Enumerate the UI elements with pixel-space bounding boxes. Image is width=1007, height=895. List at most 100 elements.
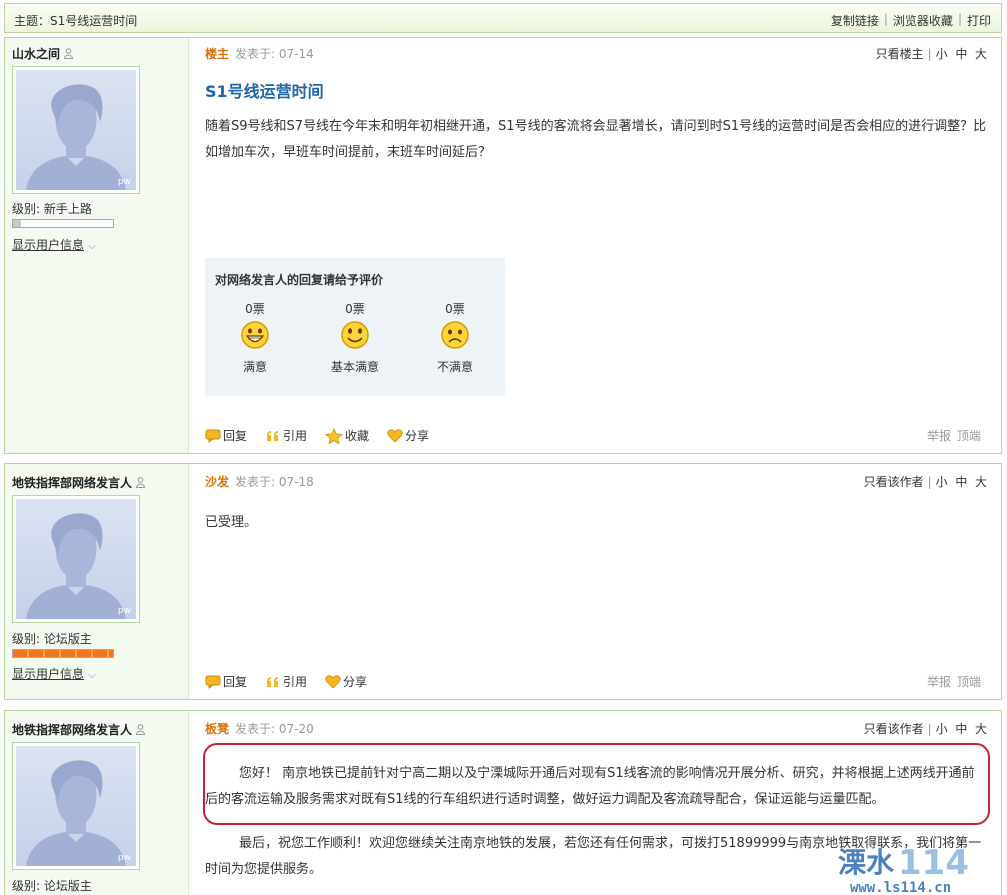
share-button[interactable]: 分享 — [387, 427, 429, 444]
post-main: 楼主 发表于: 07-14 只看楼主 | 小 中 大 S1号线运营时间 随着S9号线和… — [203, 38, 1001, 453]
quote-button[interactable]: 引用 — [265, 673, 307, 690]
share-button[interactable]: 分享 — [325, 673, 367, 690]
quote-icon — [267, 430, 279, 441]
rating-label: 基本满意 — [330, 360, 379, 374]
post-1: 山水之间 pw 级别: 新手上路 显示用户信息 ⌵ 楼主 发表于: 07-14 只看… — [4, 37, 1002, 454]
post-meta: 板凳 发表于: 07-20 — [205, 720, 314, 737]
post-actions: 回复 引用 分享 — [205, 673, 367, 690]
avatar[interactable]: pw — [12, 742, 140, 870]
report-link[interactable]: 举报 — [927, 429, 951, 443]
divider: | — [883, 12, 888, 26]
avatar[interactable]: pw — [12, 495, 140, 623]
font-medium-link[interactable]: 中 — [955, 722, 967, 736]
svg-text:溧水: 溧水 — [838, 846, 895, 879]
user-level: 级别: 论坛版主 — [12, 879, 92, 893]
user-sidebar: 山水之间 pw 级别: 新手上路 显示用户信息 ⌵ — [5, 38, 189, 453]
favorite-button[interactable]: 收藏 — [325, 427, 369, 444]
chevron-down-icon: ⌵ — [88, 670, 96, 681]
star-icon — [325, 427, 344, 444]
back-to-top-link[interactable]: 顶端 — [957, 675, 981, 689]
font-large-link[interactable]: 大 — [975, 722, 987, 736]
print-button[interactable]: 打印 — [967, 12, 991, 29]
heart-icon — [325, 675, 341, 689]
view-options: 只看楼主 | 小 中 大 — [875, 47, 987, 61]
font-large-link[interactable]: 大 — [975, 475, 987, 489]
rating-title: 对网络发言人的回复请给予评价 — [215, 273, 384, 287]
reply-button[interactable]: 回复 — [205, 673, 247, 690]
sad-face-icon — [441, 321, 469, 349]
post-title: S1号线运营时间 — [205, 82, 324, 101]
rating-label: 满意 — [242, 360, 267, 374]
default-avatar-icon — [26, 513, 126, 619]
quote-button[interactable]: 引用 — [265, 427, 307, 444]
post-actions: 回复 引用 收藏 分享 — [205, 427, 429, 444]
report-link[interactable]: 举报 — [927, 675, 951, 689]
thread-tools: 复制链接 | 浏览器收藏 | 打印 — [831, 12, 991, 29]
grin-face-icon — [241, 321, 269, 349]
only-author-link[interactable]: 只看楼主 — [876, 47, 924, 61]
font-small-link[interactable]: 小 — [936, 722, 948, 736]
floor-label: 楼主 — [205, 47, 230, 61]
bookmark-button[interactable]: 浏览器收藏 — [893, 12, 953, 29]
user-level: 级别: 论坛版主 — [12, 632, 92, 646]
post-meta: 楼主 发表于: 07-14 — [205, 45, 314, 62]
user-status-icon — [136, 724, 146, 735]
post-content: 随着S9号线和S7号线在今年末和明年初相继开通，S1号线的客流将会显著增长，请问… — [205, 119, 987, 160]
rating-option-mostly-satisfied[interactable]: 0票 基本满意 — [315, 300, 395, 375]
font-medium-link[interactable]: 中 — [955, 475, 967, 489]
vote-count: 0票 — [345, 302, 365, 316]
show-user-info-link[interactable]: 显示用户信息 ⌵ — [12, 665, 96, 682]
username[interactable]: 地铁指挥部网络发言人 — [12, 476, 132, 490]
post-report-tools: 举报 顶端 — [927, 673, 981, 690]
post-report-tools: 举报 顶端 — [927, 427, 981, 444]
font-medium-link[interactable]: 中 — [955, 47, 967, 61]
thread-subject: 主题：S1号线运营时间 — [14, 14, 138, 28]
post-paragraph: 您好！ 南京地铁已提前针对宁高二期以及宁溧城际开通后对现有S1线客流的影响情况开… — [205, 766, 975, 807]
rating-label: 不满意 — [436, 360, 473, 374]
post-2: 地铁指挥部网络发言人 pw 级别: 论坛版主 显示用户信息 ⌵ 沙发 发表于: 07… — [4, 463, 1002, 700]
user-status-icon — [64, 48, 74, 59]
level-progress-bar — [12, 649, 114, 658]
username[interactable]: 地铁指挥部网络发言人 — [12, 723, 132, 737]
floor-label: 板凳 — [205, 722, 230, 736]
post-time: 发表于: 07-14 — [235, 47, 314, 61]
svg-text:114: 114 — [898, 843, 969, 883]
reply-icon — [205, 429, 221, 443]
view-options: 只看该作者 | 小 中 大 — [863, 475, 987, 489]
only-author-link[interactable]: 只看该作者 — [864, 722, 924, 736]
smile-face-icon — [341, 321, 369, 349]
site-watermark-logo: 溧水 114 www.ls114.cn — [838, 843, 969, 895]
show-user-info-link[interactable]: 显示用户信息 ⌵ — [12, 236, 96, 253]
vote-count: 0票 — [245, 302, 265, 316]
font-small-link[interactable]: 小 — [936, 47, 948, 61]
user-level: 级别: 新手上路 — [12, 202, 92, 216]
quote-icon — [267, 676, 279, 687]
username-row: 地铁指挥部网络发言人 — [12, 721, 146, 738]
default-avatar-icon — [26, 760, 126, 866]
post-main: 沙发 发表于: 07-18 只看该作者 | 小 中 大 已受理。 回复 引用 分享 举… — [203, 464, 1001, 699]
divider: | — [957, 12, 962, 26]
font-small-link[interactable]: 小 — [936, 475, 948, 489]
user-status-icon — [136, 477, 146, 488]
post-meta: 沙发 发表于: 07-18 — [205, 473, 314, 490]
only-author-link[interactable]: 只看该作者 — [864, 475, 924, 489]
chevron-down-icon: ⌵ — [88, 241, 96, 252]
svg-text:www.ls114.cn: www.ls114.cn — [850, 880, 951, 895]
heart-icon — [387, 429, 403, 443]
font-large-link[interactable]: 大 — [975, 47, 987, 61]
user-sidebar: 地铁指挥部网络发言人 pw 级别: 论坛版主 显示用户信息 ⌵ — [5, 464, 189, 699]
rating-option-unsatisfied[interactable]: 0票 不满意 — [415, 300, 495, 375]
rating-panel: 对网络发言人的回复请给予评价 0票 满意 0票 基本满意 0票 不满意 — [205, 258, 505, 396]
post-time: 发表于: 07-20 — [235, 722, 314, 736]
user-sidebar: 地铁指挥部网络发言人 pw 级别: 论坛版主 — [5, 711, 189, 895]
username-row: 地铁指挥部网络发言人 — [12, 474, 146, 491]
reply-button[interactable]: 回复 — [205, 427, 247, 444]
view-options: 只看该作者 | 小 中 大 — [863, 722, 987, 736]
avatar[interactable]: pw — [12, 66, 140, 194]
default-avatar-icon — [26, 84, 126, 190]
rating-option-satisfied[interactable]: 0票 满意 — [215, 300, 295, 375]
username[interactable]: 山水之间 — [12, 47, 60, 61]
back-to-top-link[interactable]: 顶端 — [957, 429, 981, 443]
level-progress-bar — [12, 219, 114, 228]
copy-link-button[interactable]: 复制链接 — [831, 12, 879, 29]
